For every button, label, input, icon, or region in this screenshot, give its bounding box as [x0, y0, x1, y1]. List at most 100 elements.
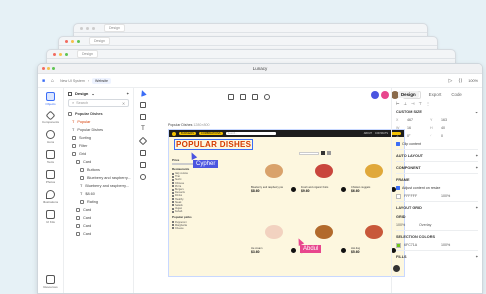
layer-row[interactable]: Filter	[68, 142, 129, 150]
product-card[interactable]: Chicken nuggets $6.60	[351, 157, 396, 193]
layer-row[interactable]: Rating	[68, 198, 129, 206]
rectangle-tool-icon[interactable]	[140, 114, 146, 120]
rail-icons[interactable]: Icons	[46, 130, 55, 144]
y-field[interactable]: 163	[441, 118, 461, 122]
link-icon[interactable]	[264, 94, 270, 100]
clip-content-checkbox[interactable]: Clip content	[396, 140, 478, 148]
close-icon[interactable]: ✕	[122, 101, 125, 106]
breadcrumb-file[interactable]: Website	[92, 77, 111, 84]
nav-link[interactable]: CONTACTS	[375, 132, 388, 135]
rail-texts[interactable]: Texts	[46, 150, 55, 164]
custom-size-header[interactable]: CUSTOM SIZE ⌄	[396, 107, 478, 116]
frame-label[interactable]: Popular Dishes 1280×800	[168, 123, 209, 127]
distribute-icon[interactable]: ⋮	[426, 101, 430, 106]
home-icon[interactable]: ⌂	[51, 78, 54, 84]
comment-tool-icon[interactable]	[140, 174, 146, 180]
layer-row[interactable]: Card	[68, 214, 129, 222]
product-card[interactable]: Hot dog $5.60	[351, 218, 396, 254]
rail-photos[interactable]: Photos	[46, 170, 55, 184]
product-card[interactable]: Blueberry and raspberry pie $8.60	[251, 157, 296, 193]
layer-row[interactable]: Card	[68, 222, 129, 230]
popular-dishes-title[interactable]: POPULAR DISHES	[174, 139, 254, 150]
list-view-icon[interactable]	[327, 151, 331, 155]
text-tool-icon[interactable]: T	[140, 126, 146, 132]
rail-ui-kits[interactable]: UI Kits	[46, 210, 55, 224]
add-icon[interactable]: +	[476, 166, 478, 170]
image-tool-icon[interactable]	[140, 150, 146, 156]
app-logo-icon[interactable]: ■	[42, 78, 45, 84]
design-frame[interactable]: BURGERS COMBINATIONS Search... ABOUT CON…	[168, 129, 405, 277]
selection-hex[interactable]: 6FC71A	[404, 243, 438, 247]
pen-tool-icon[interactable]	[138, 136, 148, 146]
crop-icon[interactable]	[252, 94, 258, 100]
product-card[interactable]: Ice cream $3.60	[251, 218, 296, 254]
tab-design[interactable]: Design	[398, 91, 419, 98]
sort-select[interactable]	[299, 151, 319, 155]
zoom-level[interactable]: 100%	[468, 79, 478, 83]
rotation-field[interactable]: 0°	[407, 134, 427, 138]
tab-code[interactable]: Code	[451, 92, 462, 97]
nav-pill[interactable]: COMBINATIONS	[198, 131, 223, 136]
color-swatch[interactable]	[396, 193, 401, 199]
layout-grid-header[interactable]: LAYOUT GRID +	[396, 203, 478, 212]
layer-row[interactable]: Buttons	[68, 166, 129, 174]
align-left-icon[interactable]: ⊢	[396, 101, 399, 106]
add-to-cart-button[interactable]	[291, 248, 296, 253]
layers-search-input[interactable]: ⌕ Search ✕	[68, 99, 129, 107]
add-to-cart-button[interactable]	[291, 187, 296, 192]
color-swatch[interactable]	[396, 242, 401, 248]
cursor-tool-icon[interactable]	[139, 89, 147, 97]
rail-objects[interactable]: Objects	[45, 92, 56, 106]
fill-hex[interactable]: FFFFFF	[404, 194, 438, 198]
site-search-input[interactable]: Search...	[225, 131, 276, 136]
add-icon[interactable]: +	[476, 206, 478, 210]
layer-row[interactable]: Card	[68, 206, 129, 214]
product-card[interactable]: Fresh and organic fruits $9.60	[301, 157, 346, 193]
add-icon[interactable]: +	[476, 154, 478, 158]
edit-icon[interactable]	[228, 94, 234, 100]
tab-export[interactable]: Export	[429, 92, 442, 97]
breadcrumb-project[interactable]: New UI System	[60, 79, 85, 83]
layer-row[interactable]: Card	[68, 158, 129, 166]
nav-pill[interactable]: BURGERS	[179, 131, 196, 136]
w-field[interactable]: 16	[407, 126, 427, 130]
add-to-cart-button[interactable]	[341, 187, 346, 192]
add-to-cart-button[interactable]	[341, 248, 346, 253]
layer-row[interactable]: Blueberry and raspberry...	[68, 174, 131, 182]
selection-colors-header[interactable]: SELECTION COLORS	[396, 232, 478, 241]
layer-row[interactable]: T Popular	[68, 118, 129, 126]
layer-row[interactable]: Sorting	[68, 134, 129, 142]
layer-row[interactable]: Card	[68, 230, 129, 238]
nav-link[interactable]: ABOUT	[364, 132, 372, 135]
frame-header[interactable]: FRAME	[396, 175, 478, 184]
grid-opacity[interactable]: 100%	[396, 223, 416, 227]
rail-components[interactable]: Components	[42, 110, 59, 124]
layer-row[interactable]: T Blueberry and raspberry...	[68, 182, 129, 190]
component-tool-icon[interactable]	[140, 162, 146, 168]
rail-illustrations[interactable]: Illustrations	[43, 190, 58, 204]
auto-layout-header[interactable]: AUTO LAYOUT +	[396, 151, 478, 160]
align-center-icon[interactable]: ⊥	[403, 101, 406, 106]
adjust-content-checkbox[interactable]: Adjust content on resize	[396, 184, 478, 192]
x-field[interactable]: 467	[407, 118, 427, 122]
layer-row[interactable]: T Popular Dishes	[68, 126, 129, 134]
grid-color[interactable]: Overlay	[419, 223, 431, 227]
avatar[interactable]	[371, 91, 379, 99]
selection-opacity[interactable]: 100%	[441, 243, 450, 247]
page-selector[interactable]: Design ⌄ +	[68, 91, 129, 96]
grid-icon[interactable]	[240, 94, 246, 100]
component-header[interactable]: COMPONENT +	[396, 163, 478, 172]
align-top-icon[interactable]: ⊤	[418, 101, 421, 106]
filter-option[interactable]: Cheese	[172, 227, 206, 230]
layer-row[interactable]: T $8.60	[68, 190, 129, 198]
fills-header[interactable]: FILLS +	[396, 252, 478, 261]
avatar[interactable]	[381, 91, 389, 99]
rail-resources[interactable]: Resources	[43, 275, 58, 289]
layer-row[interactable]: Popular Dishes	[68, 110, 129, 118]
fill-opacity[interactable]: 100%	[441, 194, 450, 198]
filter-option[interactable]: Kebab	[172, 210, 206, 213]
grid-view-icon[interactable]	[321, 151, 325, 155]
layer-row[interactable]: Grid	[68, 150, 129, 158]
play-icon[interactable]: ▷	[449, 78, 453, 84]
code-icon[interactable]: ⟨⟩	[458, 78, 462, 84]
